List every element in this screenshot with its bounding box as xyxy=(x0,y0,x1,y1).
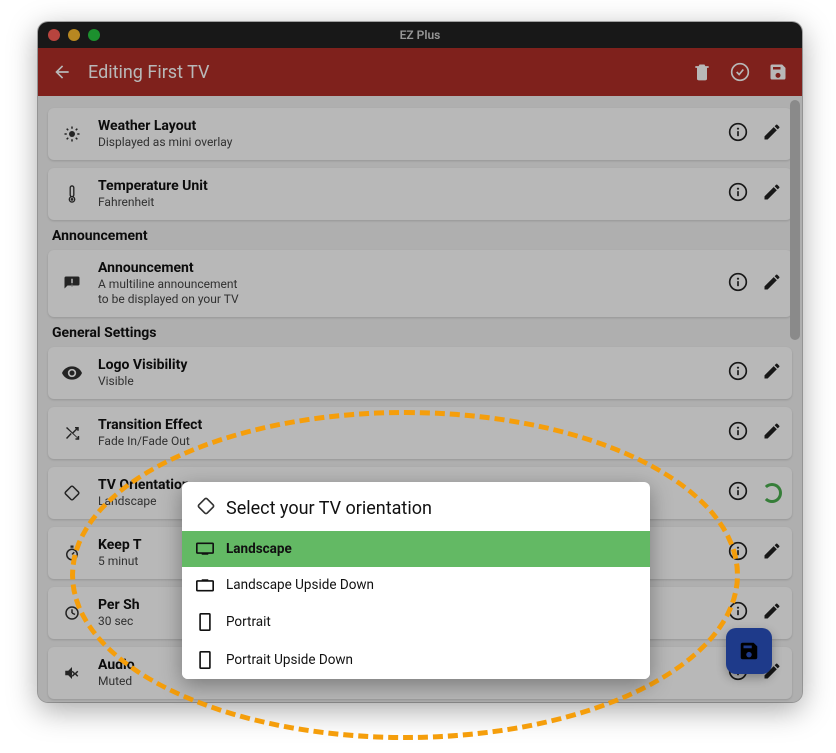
eye-icon xyxy=(58,366,86,380)
info-icon[interactable] xyxy=(728,481,748,505)
dropdown-option-portrait-upside[interactable]: Portrait Upside Down xyxy=(182,641,650,679)
info-icon[interactable] xyxy=(728,182,748,206)
info-icon[interactable] xyxy=(728,361,748,385)
setting-title: Announcement xyxy=(98,260,716,276)
setting-row-weather-layout[interactable]: Weather Layout Displayed as mini overlay xyxy=(48,108,792,160)
scrollbar[interactable] xyxy=(790,100,800,340)
loading-spinner-icon xyxy=(762,483,782,503)
setting-title: Weather Layout xyxy=(98,118,716,134)
shuffle-icon xyxy=(58,424,86,442)
edit-icon[interactable] xyxy=(762,541,782,565)
rotate-icon xyxy=(196,496,216,521)
thermometer-icon xyxy=(58,185,86,203)
edit-icon[interactable] xyxy=(762,182,782,206)
info-icon[interactable] xyxy=(728,541,748,565)
dropdown-header: Select your TV orientation xyxy=(182,482,650,531)
orientation-dropdown: Select your TV orientation Landscape Lan… xyxy=(182,482,650,679)
edit-icon[interactable] xyxy=(762,361,782,385)
dropdown-option-label: Landscape xyxy=(226,541,292,557)
dropdown-title: Select your TV orientation xyxy=(226,498,432,519)
info-icon[interactable] xyxy=(728,122,748,146)
landscape-flip-icon xyxy=(196,578,214,592)
portrait-flip-icon xyxy=(196,651,214,669)
setting-row-logo[interactable]: Logo Visibility Visible xyxy=(48,347,792,399)
setting-title: Temperature Unit xyxy=(98,178,716,194)
delete-icon[interactable] xyxy=(692,62,712,82)
dropdown-option-label: Landscape Upside Down xyxy=(226,577,374,593)
setting-row-temperature[interactable]: Temperature Unit Fahrenheit xyxy=(48,168,792,220)
setting-subtitle: Fade In/Fade Out xyxy=(98,434,716,449)
portrait-icon xyxy=(196,613,214,631)
setting-subtitle: A multiline announcement to be displayed… xyxy=(98,277,716,307)
section-label-announcement: Announcement xyxy=(52,228,792,244)
info-icon[interactable] xyxy=(728,421,748,445)
setting-row-transition[interactable]: Transition Effect Fade In/Fade Out xyxy=(48,407,792,459)
fab-save-button[interactable] xyxy=(726,628,772,674)
setting-title: Transition Effect xyxy=(98,417,716,433)
dropdown-option-landscape[interactable]: Landscape xyxy=(182,531,650,567)
info-icon[interactable] xyxy=(728,601,748,625)
info-icon[interactable] xyxy=(728,272,748,296)
check-circle-icon[interactable] xyxy=(730,62,750,82)
save-icon[interactable] xyxy=(768,62,788,82)
section-label-general: General Settings xyxy=(52,325,792,341)
dropdown-option-label: Portrait xyxy=(226,614,271,630)
rotate-icon xyxy=(58,484,86,502)
edit-icon[interactable] xyxy=(762,122,782,146)
dropdown-option-landscape-upside[interactable]: Landscape Upside Down xyxy=(182,567,650,603)
edit-icon[interactable] xyxy=(762,421,782,445)
setting-subtitle: Displayed as mini overlay xyxy=(98,135,716,150)
setting-title: Logo Visibility xyxy=(98,357,716,373)
window-title: EZ Plus xyxy=(38,28,802,42)
back-arrow-icon[interactable] xyxy=(52,62,72,82)
titlebar: EZ Plus xyxy=(38,22,802,48)
edit-icon[interactable] xyxy=(762,272,782,296)
dropdown-option-portrait[interactable]: Portrait xyxy=(182,603,650,641)
app-header: Editing First TV xyxy=(38,48,802,96)
announcement-icon xyxy=(58,275,86,293)
setting-row-announcement[interactable]: Announcement A multiline announcement to… xyxy=(48,250,792,317)
mute-icon xyxy=(58,664,86,682)
sun-icon xyxy=(58,125,86,143)
dropdown-option-label: Portrait Upside Down xyxy=(226,652,353,668)
page-title: Editing First TV xyxy=(88,62,676,83)
setting-subtitle: Fahrenheit xyxy=(98,195,716,210)
stopwatch-icon xyxy=(58,544,86,562)
edit-icon[interactable] xyxy=(762,601,782,625)
landscape-icon xyxy=(196,542,214,556)
timer-icon xyxy=(58,604,86,622)
setting-subtitle: Visible xyxy=(98,374,716,389)
